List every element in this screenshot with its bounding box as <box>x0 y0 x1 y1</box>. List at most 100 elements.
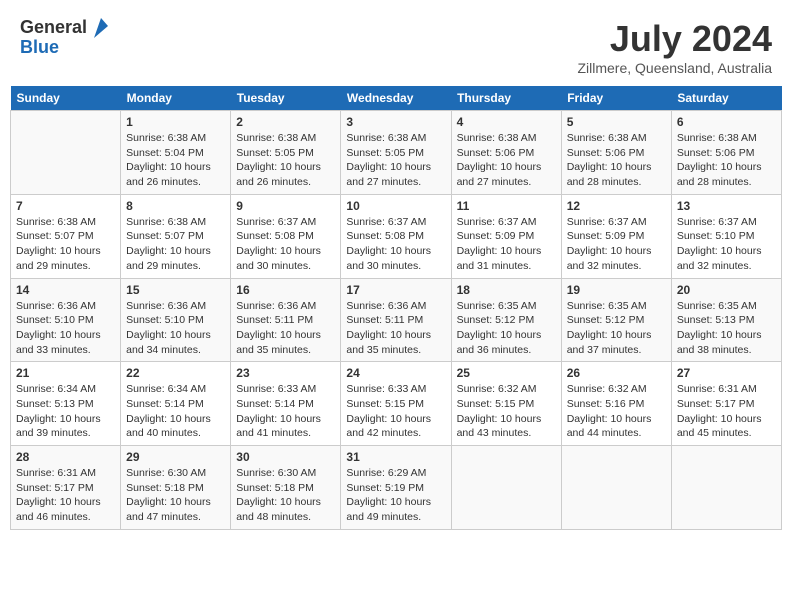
calendar-cell: 3 Sunrise: 6:38 AMSunset: 5:05 PMDaylight… <box>341 111 451 195</box>
cell-info: Sunrise: 6:33 AMSunset: 5:15 PMDaylight:… <box>346 382 445 441</box>
week-row-3: 21Sunrise: 6:34 AMSunset: 5:13 PMDayligh… <box>11 362 782 446</box>
cell-day-number: 14 <box>16 283 115 297</box>
cell-info: Sunrise: 6:34 AMSunset: 5:13 PMDaylight:… <box>16 382 115 441</box>
calendar-cell: 5 Sunrise: 6:38 AMSunset: 5:06 PMDaylight… <box>561 111 671 195</box>
calendar-cell <box>671 446 781 530</box>
cell-day-number: 23 <box>236 366 335 380</box>
cell-info: Sunrise: 6:37 AMSunset: 5:08 PMDaylight:… <box>346 215 445 274</box>
calendar-cell: 8 Sunrise: 6:38 AMSunset: 5:07 PMDaylight… <box>121 194 231 278</box>
calendar-cell: 16 Sunrise: 6:36 AMSunset: 5:11 PMDayligh… <box>231 278 341 362</box>
calendar-cell: 17 Sunrise: 6:36 AMSunset: 5:11 PMDayligh… <box>341 278 451 362</box>
header-day-sunday: Sunday <box>11 86 121 111</box>
header-day-tuesday: Tuesday <box>231 86 341 111</box>
calendar-cell: 4Sunrise: 6:38 AMSunset: 5:06 PMDaylight… <box>451 111 561 195</box>
cell-info: Sunrise: 6:34 AMSunset: 5:14 PMDaylight:… <box>126 382 225 441</box>
cell-day-number: 9 <box>236 199 335 213</box>
cell-info: Sunrise: 6:37 AMSunset: 5:09 PMDaylight:… <box>567 215 666 274</box>
cell-info: Sunrise: 6:29 AMSunset: 5:19 PMDaylight:… <box>346 466 445 525</box>
calendar-cell: 24 Sunrise: 6:33 AMSunset: 5:15 PMDayligh… <box>341 362 451 446</box>
cell-info: Sunrise: 6:36 AMSunset: 5:11 PMDaylight:… <box>346 299 445 358</box>
calendar-cell: 29 Sunrise: 6:30 AMSunset: 5:18 PMDayligh… <box>121 446 231 530</box>
cell-info: Sunrise: 6:35 AMSunset: 5:13 PMDaylight:… <box>677 299 776 358</box>
header-day-friday: Friday <box>561 86 671 111</box>
cell-info: Sunrise: 6:36 AMSunset: 5:11 PMDaylight:… <box>236 299 335 358</box>
calendar-cell: 11 Sunrise: 6:37 AMSunset: 5:09 PMDayligh… <box>451 194 561 278</box>
cell-day-number: 5 <box>567 115 666 129</box>
month-title: July 2024 <box>577 18 772 60</box>
calendar-cell: 21Sunrise: 6:34 AMSunset: 5:13 PMDayligh… <box>11 362 121 446</box>
calendar-cell: 15 Sunrise: 6:36 AMSunset: 5:10 PMDayligh… <box>121 278 231 362</box>
cell-day-number: 16 <box>236 283 335 297</box>
cell-info: Sunrise: 6:32 AMSunset: 5:15 PMDaylight:… <box>457 382 556 441</box>
cell-day-number: 3 <box>346 115 445 129</box>
calendar-cell: 9 Sunrise: 6:37 AMSunset: 5:08 PMDaylight… <box>231 194 341 278</box>
cell-day-number: 11 <box>457 199 556 213</box>
cell-info: Sunrise: 6:31 AMSunset: 5:17 PMDaylight:… <box>16 466 115 525</box>
calendar-cell: 1Sunrise: 6:38 AMSunset: 5:04 PMDaylight… <box>121 111 231 195</box>
calendar-cell: 26 Sunrise: 6:32 AMSunset: 5:16 PMDayligh… <box>561 362 671 446</box>
calendar-cell <box>451 446 561 530</box>
cell-day-number: 1 <box>126 115 225 129</box>
week-row-2: 14 Sunrise: 6:36 AMSunset: 5:10 PMDayligh… <box>11 278 782 362</box>
week-row-4: 28 Sunrise: 6:31 AMSunset: 5:17 PMDayligh… <box>11 446 782 530</box>
cell-day-number: 15 <box>126 283 225 297</box>
cell-info: Sunrise: 6:33 AMSunset: 5:14 PMDaylight:… <box>236 382 335 441</box>
calendar-cell: 20 Sunrise: 6:35 AMSunset: 5:13 PMDayligh… <box>671 278 781 362</box>
cell-info: Sunrise: 6:36 AMSunset: 5:10 PMDaylight:… <box>126 299 225 358</box>
logo: General Blue <box>20 18 108 58</box>
cell-info: Sunrise: 6:38 AMSunset: 5:06 PMDaylight:… <box>457 131 556 190</box>
cell-info: Sunrise: 6:35 AMSunset: 5:12 PMDaylight:… <box>567 299 666 358</box>
week-row-1: 7 Sunrise: 6:38 AMSunset: 5:07 PMDaylight… <box>11 194 782 278</box>
title-block: July 2024 Zillmere, Queensland, Australi… <box>577 18 772 76</box>
cell-info: Sunrise: 6:31 AMSunset: 5:17 PMDaylight:… <box>677 382 776 441</box>
calendar-cell <box>561 446 671 530</box>
logo-icon <box>94 18 108 38</box>
cell-day-number: 31 <box>346 450 445 464</box>
page-header: General Blue July 2024 Zillmere, Queensl… <box>10 10 782 80</box>
location: Zillmere, Queensland, Australia <box>577 60 772 76</box>
cell-day-number: 25 <box>457 366 556 380</box>
cell-info: Sunrise: 6:36 AMSunset: 5:10 PMDaylight:… <box>16 299 115 358</box>
cell-day-number: 7 <box>16 199 115 213</box>
calendar-table: SundayMondayTuesdayWednesdayThursdayFrid… <box>10 86 782 530</box>
header-day-wednesday: Wednesday <box>341 86 451 111</box>
cell-day-number: 2 <box>236 115 335 129</box>
header-day-monday: Monday <box>121 86 231 111</box>
cell-info: Sunrise: 6:38 AMSunset: 5:06 PMDaylight:… <box>567 131 666 190</box>
cell-day-number: 29 <box>126 450 225 464</box>
cell-day-number: 18 <box>457 283 556 297</box>
cell-info: Sunrise: 6:38 AMSunset: 5:07 PMDaylight:… <box>126 215 225 274</box>
cell-day-number: 22 <box>126 366 225 380</box>
calendar-cell: 27Sunrise: 6:31 AMSunset: 5:17 PMDayligh… <box>671 362 781 446</box>
calendar-cell: 31 Sunrise: 6:29 AMSunset: 5:19 PMDayligh… <box>341 446 451 530</box>
cell-info: Sunrise: 6:35 AMSunset: 5:12 PMDaylight:… <box>457 299 556 358</box>
logo-blue: Blue <box>20 38 108 58</box>
calendar-cell <box>11 111 121 195</box>
calendar-body: 1Sunrise: 6:38 AMSunset: 5:04 PMDaylight… <box>11 111 782 530</box>
calendar-cell: 12 Sunrise: 6:37 AMSunset: 5:09 PMDayligh… <box>561 194 671 278</box>
cell-day-number: 8 <box>126 199 225 213</box>
cell-info: Sunrise: 6:38 AMSunset: 5:05 PMDaylight:… <box>346 131 445 190</box>
week-row-0: 1Sunrise: 6:38 AMSunset: 5:04 PMDaylight… <box>11 111 782 195</box>
cell-day-number: 24 <box>346 366 445 380</box>
calendar-cell: 28 Sunrise: 6:31 AMSunset: 5:17 PMDayligh… <box>11 446 121 530</box>
cell-info: Sunrise: 6:30 AMSunset: 5:18 PMDaylight:… <box>126 466 225 525</box>
cell-day-number: 26 <box>567 366 666 380</box>
cell-day-number: 28 <box>16 450 115 464</box>
cell-day-number: 20 <box>677 283 776 297</box>
cell-info: Sunrise: 6:32 AMSunset: 5:16 PMDaylight:… <box>567 382 666 441</box>
logo-text: General Blue <box>20 18 108 58</box>
cell-day-number: 30 <box>236 450 335 464</box>
cell-day-number: 17 <box>346 283 445 297</box>
cell-info: Sunrise: 6:37 AMSunset: 5:09 PMDaylight:… <box>457 215 556 274</box>
calendar-cell: 7 Sunrise: 6:38 AMSunset: 5:07 PMDaylight… <box>11 194 121 278</box>
cell-day-number: 6 <box>677 115 776 129</box>
calendar-cell: 18 Sunrise: 6:35 AMSunset: 5:12 PMDayligh… <box>451 278 561 362</box>
calendar-cell: 14 Sunrise: 6:36 AMSunset: 5:10 PMDayligh… <box>11 278 121 362</box>
cell-day-number: 13 <box>677 199 776 213</box>
header-day-saturday: Saturday <box>671 86 781 111</box>
cell-info: Sunrise: 6:38 AMSunset: 5:07 PMDaylight:… <box>16 215 115 274</box>
cell-day-number: 12 <box>567 199 666 213</box>
calendar-cell: 2Sunrise: 6:38 AMSunset: 5:05 PMDaylight… <box>231 111 341 195</box>
cell-info: Sunrise: 6:37 AMSunset: 5:08 PMDaylight:… <box>236 215 335 274</box>
